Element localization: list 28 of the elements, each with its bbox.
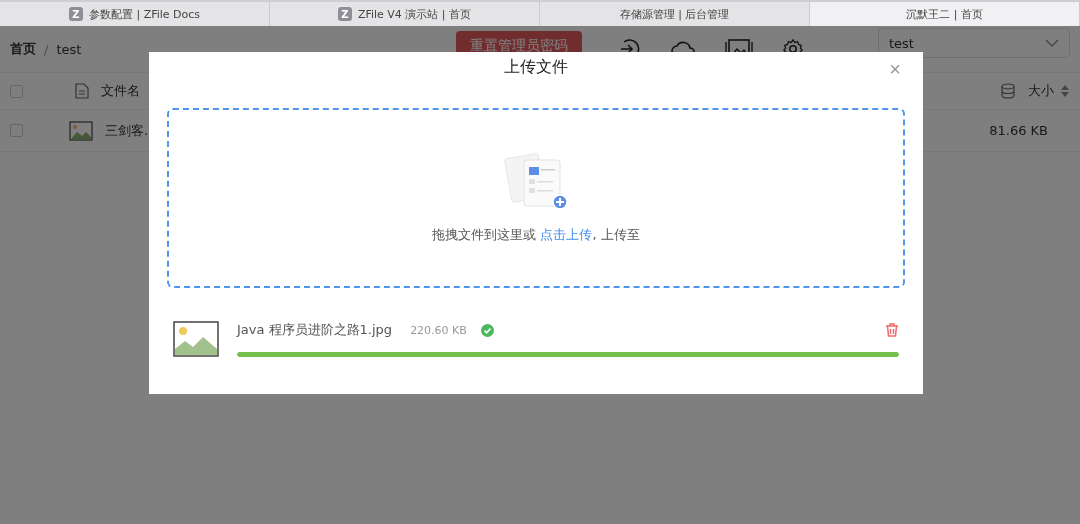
browser-tab[interactable]: 沉默王二 | 首页 [810,2,1080,26]
breadcrumb-item[interactable]: 首页 [10,40,36,58]
file-size: 81.66 KB [989,123,1048,138]
row-checkbox[interactable] [10,124,23,137]
file-icon [75,83,89,99]
image-icon [69,120,93,141]
favicon-icon: Z [68,7,83,21]
upload-file-name: Java 程序员进阶之路1.jpg [237,321,393,339]
drop-hint: 拖拽文件到这里或 点击上传, 上传至 [432,226,640,244]
select-all-checkbox[interactable] [10,84,23,98]
column-header[interactable]: 文件名 [101,82,140,100]
file-name[interactable]: 三剑客. [105,121,149,140]
browser-tab[interactable]: Z 参数配置 | ZFile Docs [0,2,270,26]
upload-files-icon [504,152,568,210]
drop-zone[interactable]: 拖拽文件到这里或 点击上传, 上传至 [167,108,905,288]
browser-tab[interactable]: Z ZFile V4 演示站 | 首页 [270,2,540,26]
delete-icon[interactable] [885,323,899,337]
column-header[interactable]: 大小 [1028,82,1054,100]
click-upload-link[interactable]: 点击上传 [540,227,593,242]
image-thumbnail-icon [173,320,219,357]
upload-file-size: 220.60 KB [410,323,467,337]
breadcrumb-item[interactable]: test [56,41,82,57]
caret-icon [1045,39,1059,47]
close-button[interactable]: × [885,58,905,81]
favicon-icon: Z [337,7,352,21]
breadcrumb-separator: / [44,41,49,57]
sort-icon[interactable] [1060,84,1070,98]
database-icon [1000,83,1016,99]
